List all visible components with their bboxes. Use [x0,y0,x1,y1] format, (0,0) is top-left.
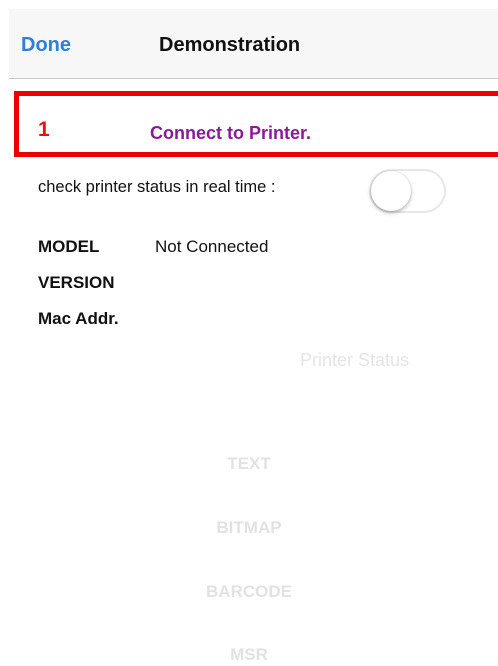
connect-to-printer-button[interactable]: Connect to Printer. [150,122,311,144]
navigation-bar: Done Demonstration [9,9,498,79]
text-button[interactable]: TEXT [0,454,498,474]
model-value: Not Connected [155,237,269,256]
printer-status-button[interactable]: Printer Status [300,349,409,371]
realtime-status-toggle[interactable] [369,169,446,213]
mac-address-label: Mac Addr. [38,309,119,328]
toggle-knob [371,171,411,211]
page-title: Demonstration [159,34,301,56]
done-button[interactable]: Done [21,33,71,57]
barcode-button[interactable]: BARCODE [0,582,498,602]
realtime-status-label: check printer status in real time : [38,178,276,196]
step-number-label: 1 [38,118,50,141]
model-label: MODEL [38,237,100,256]
msr-button[interactable]: MSR [0,645,498,665]
bitmap-button[interactable]: BITMAP [0,518,498,538]
version-label: VERSION [38,273,115,292]
